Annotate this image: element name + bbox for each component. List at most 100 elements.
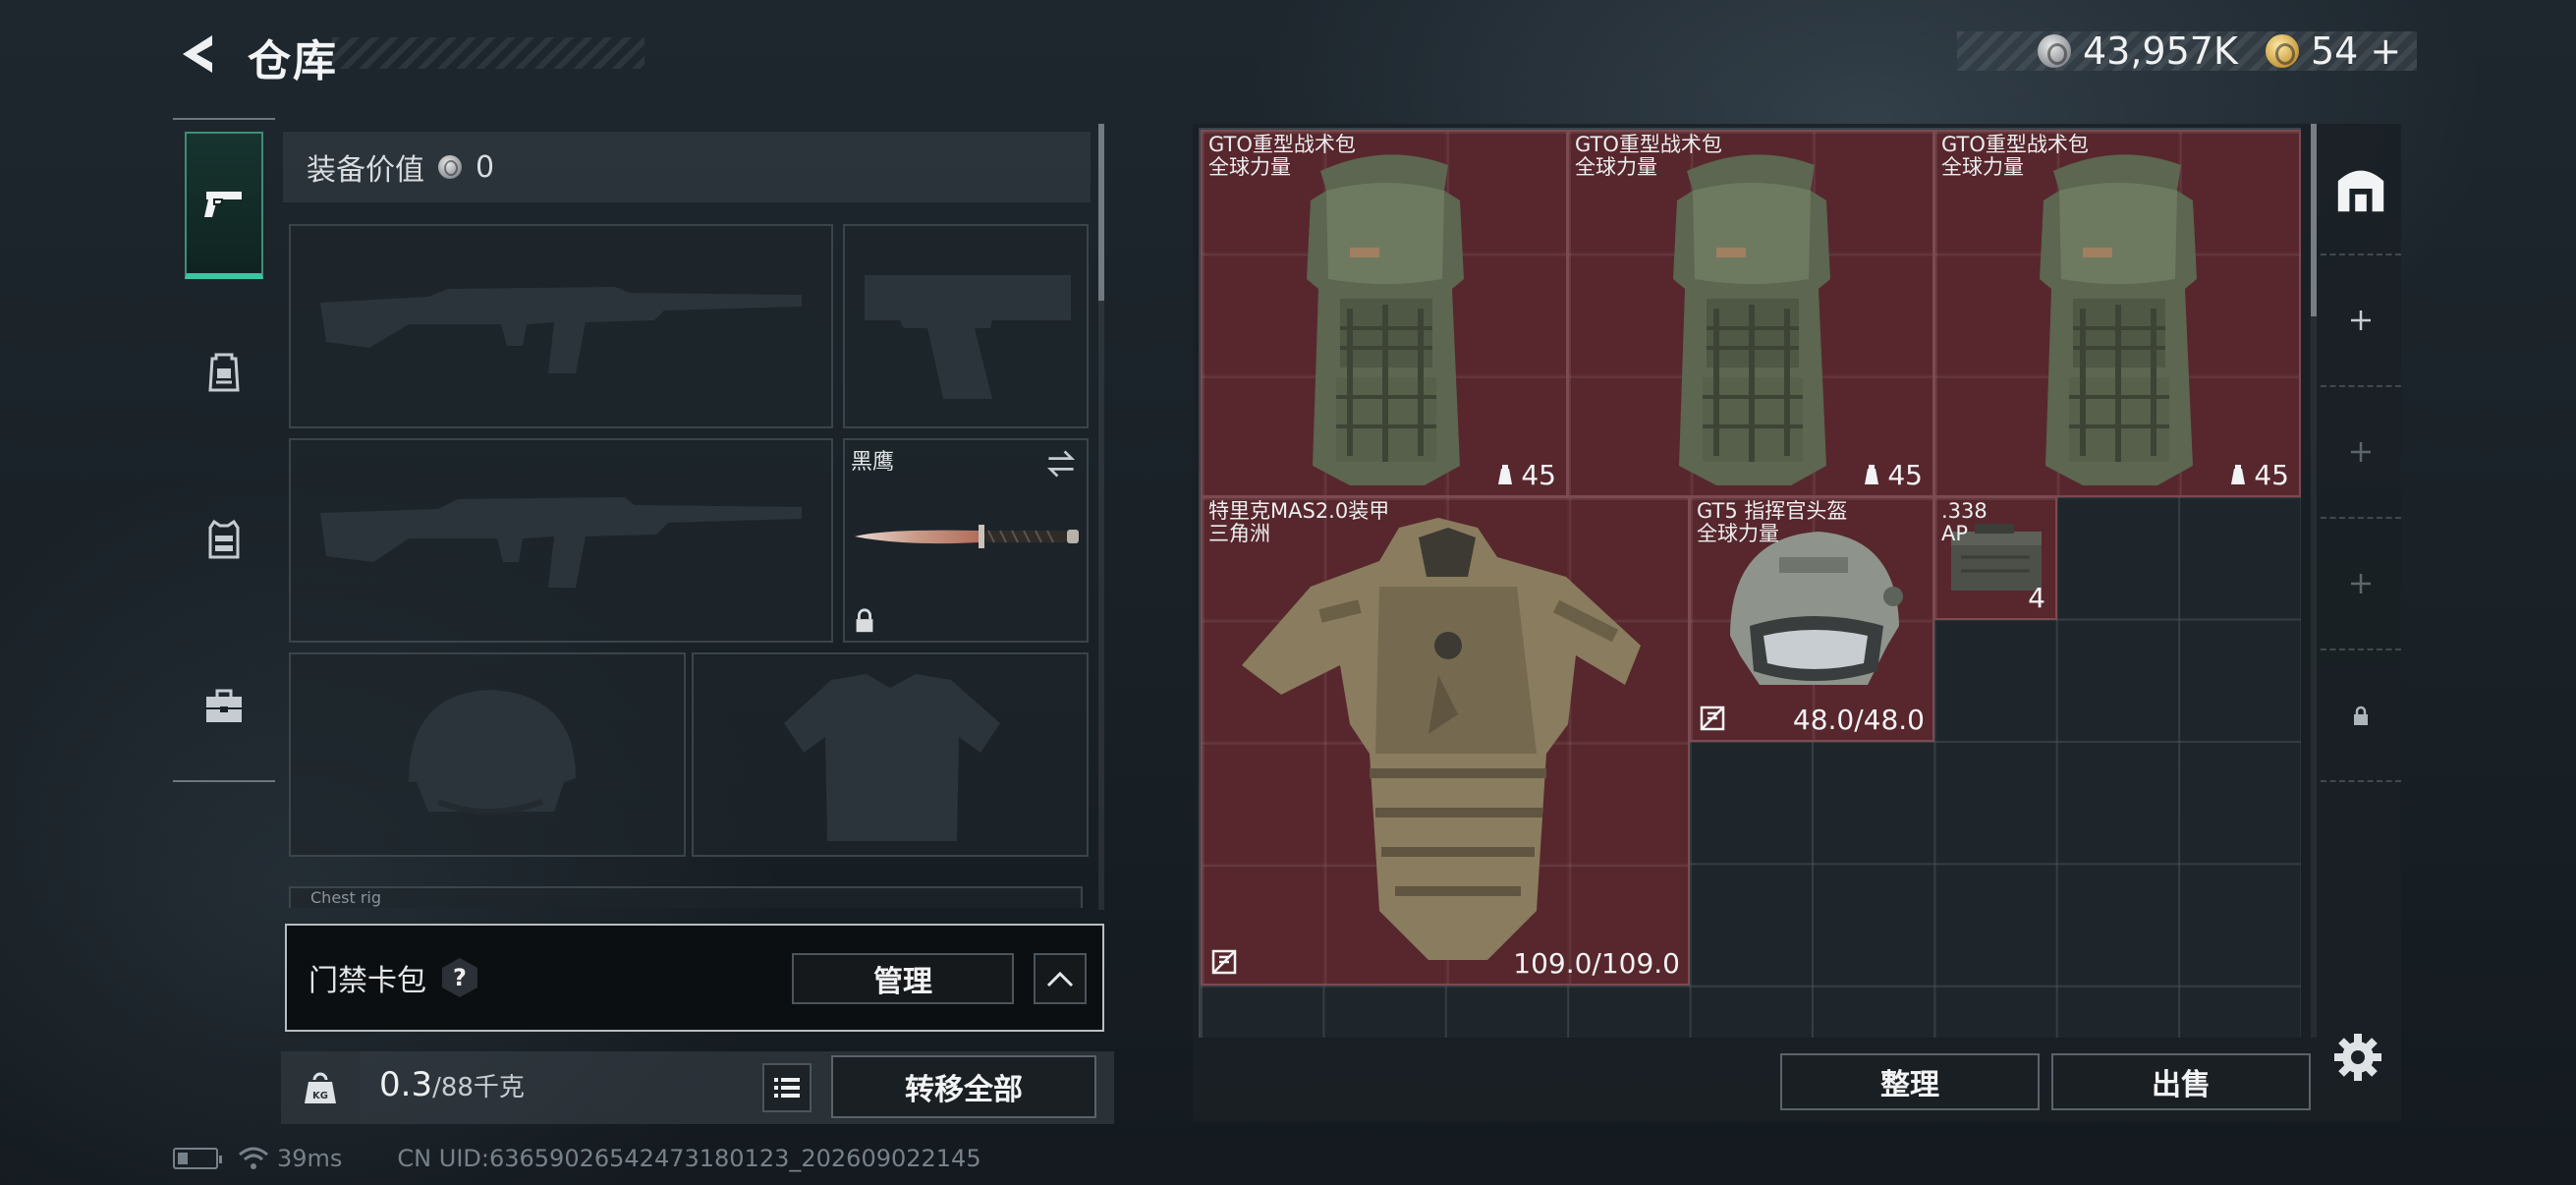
item-count: 45	[1495, 459, 1556, 491]
item-name: GTO重型战术包 全球力量	[1941, 133, 2089, 179]
item-name: GTO重型战术包 全球力量	[1575, 133, 1722, 179]
helmet-silhouette-icon	[409, 690, 576, 815]
item-durability: 109.0/109.0	[1513, 947, 1680, 980]
stash-page-rail	[2321, 124, 2401, 910]
settings-button[interactable]	[2332, 1032, 2383, 1083]
loadout-scroll-thumb[interactable]	[1098, 124, 1104, 301]
lock-icon	[2354, 705, 2368, 725]
tab-case[interactable]	[185, 633, 263, 780]
rail-locked-page[interactable]	[2321, 650, 2401, 782]
armor-slot[interactable]	[692, 652, 1089, 857]
sell-button[interactable]: 出售	[2051, 1053, 2311, 1110]
backpack-image	[2040, 154, 2197, 486]
keycard-help-button[interactable]: ?	[442, 958, 477, 997]
item-name: .338 AP	[1941, 499, 1988, 545]
item-count: 45	[2228, 459, 2289, 491]
stash-item-backpack-1[interactable]: GTO重型战术包 全球力量 45	[1201, 130, 1568, 497]
plus-icon	[2351, 442, 2371, 462]
rifle-silhouette-icon	[320, 287, 802, 373]
battery-icon	[173, 1148, 222, 1169]
armor-silhouette-icon	[784, 674, 1000, 841]
stash-panel: GTO重型战术包 全球力量 45 GTO重型战术包 全球力量 45 GTO重型战…	[1193, 124, 2401, 1122]
title-decoration	[332, 37, 644, 69]
pistol-icon	[204, 192, 242, 217]
back-button[interactable]	[173, 29, 222, 79]
item-durability: 48.0/48.0	[1792, 704, 1925, 736]
backpack-image	[1307, 154, 1464, 486]
not-insured-icon	[1700, 705, 1725, 731]
item-count: 4	[2028, 582, 2045, 614]
keycard-manage-button[interactable]: 管理	[792, 953, 1014, 1004]
gold-coin-icon	[2266, 34, 2299, 68]
list-icon	[774, 1078, 800, 1098]
back-arrow-icon	[183, 35, 212, 73]
add-gold-button[interactable]: +	[2370, 29, 2401, 73]
page-title: 仓库	[248, 36, 338, 86]
stash-item-backpack-3[interactable]: GTO重型战术包 全球力量 45	[1933, 130, 2301, 497]
tab-weapons[interactable]	[185, 132, 263, 279]
uid-text: CN UID:63659026542473180123_202609022145	[397, 1145, 981, 1172]
stash-scroll-thumb[interactable]	[2311, 124, 2317, 316]
silver-coin-icon	[438, 155, 462, 179]
briefcase-icon	[206, 689, 242, 722]
capacity-icon	[2231, 464, 2246, 484]
weight-current: 0.3	[379, 1065, 433, 1104]
stash-item-armor[interactable]: 特里克MAS2.0装甲 三角洲 109.0/109.0	[1201, 496, 1690, 986]
transfer-all-button[interactable]: 转移全部	[831, 1055, 1096, 1118]
item-name: GTO重型战术包 全球力量	[1208, 133, 1356, 179]
ping-text: 39ms	[277, 1145, 343, 1172]
list-view-button[interactable]	[762, 1063, 812, 1112]
weight-max: /88千克	[432, 1073, 525, 1102]
stash-item-backpack-2[interactable]: GTO重型战术包 全球力量 45	[1567, 130, 1934, 497]
weight-value: 0.3/88千克	[379, 1065, 525, 1104]
stash-grid[interactable]: GTO重型战术包 全球力量 45 GTO重型战术包 全球力量 45 GTO重型战…	[1199, 128, 2301, 1038]
keycard-collapse-button[interactable]	[1034, 953, 1087, 1004]
chest-rig-icon	[208, 519, 240, 559]
rail-add-page-1[interactable]	[2321, 255, 2401, 387]
not-insured-icon	[1211, 949, 1237, 975]
item-name: GT5 指挥官头盔 全球力量	[1697, 499, 1848, 545]
equipment-value: 装备价值 0	[283, 132, 1091, 202]
rail-add-page-2[interactable]	[2321, 387, 2401, 519]
rail-add-page-3[interactable]	[2321, 519, 2401, 650]
weight-icon-box: KG	[281, 1051, 360, 1124]
silver-amount: 43,957K	[2083, 29, 2238, 73]
pistol-slot[interactable]	[843, 224, 1089, 428]
weight-bar: KG 0.3/88千克 转移全部	[281, 1051, 1114, 1124]
keycard-label: 门禁卡包	[308, 964, 426, 998]
gold-amount: 54	[2311, 29, 2359, 73]
silver-currency: 43,957K	[2038, 29, 2238, 73]
primary-weapon-slot[interactable]	[289, 224, 833, 428]
sort-button[interactable]: 整理	[1780, 1053, 2040, 1110]
svg-text:KG: KG	[312, 1091, 328, 1101]
item-count: 45	[1862, 459, 1923, 491]
tab-vest[interactable]	[185, 466, 263, 613]
secondary-weapon-slot[interactable]	[289, 438, 833, 643]
melee-slot[interactable]: 黑鹰	[843, 438, 1089, 643]
plus-icon	[2351, 310, 2371, 330]
plus-icon	[2351, 574, 2371, 593]
rail-stash-home[interactable]	[2321, 124, 2401, 255]
stash-item-helmet[interactable]: GT5 指挥官头盔 全球力量 48.0/48.0	[1689, 496, 1934, 742]
wifi-icon	[239, 1147, 268, 1169]
stash-item-ammo[interactable]: .338 AP 4	[1933, 496, 2057, 620]
keycard-panel: 门禁卡包 ? 管理	[285, 924, 1104, 1032]
tab-backpack[interactable]	[185, 299, 263, 446]
stash-home-icon	[2337, 170, 2384, 212]
knife-icon	[855, 525, 1079, 548]
capacity-icon	[1498, 464, 1513, 484]
gold-currency[interactable]: 54 +	[2266, 29, 2401, 73]
chest-rig-slot[interactable]: Chest rig	[289, 886, 1083, 908]
category-tabs	[173, 118, 275, 782]
helmet-slot[interactable]	[289, 652, 686, 857]
backpack-image	[1673, 154, 1830, 486]
status-bar: 39ms CN UID:63659026542473180123_2026090…	[173, 1144, 981, 1173]
silver-coin-icon	[2038, 34, 2071, 68]
backpack-icon	[208, 353, 240, 392]
equipment-value-amount: 0	[476, 149, 495, 185]
chevron-up-icon	[1046, 971, 1074, 988]
lock-icon	[856, 608, 873, 633]
kettlebell-icon: KG	[305, 1072, 336, 1103]
armor-image	[1242, 518, 1641, 960]
pistol-silhouette-icon	[865, 275, 1071, 399]
